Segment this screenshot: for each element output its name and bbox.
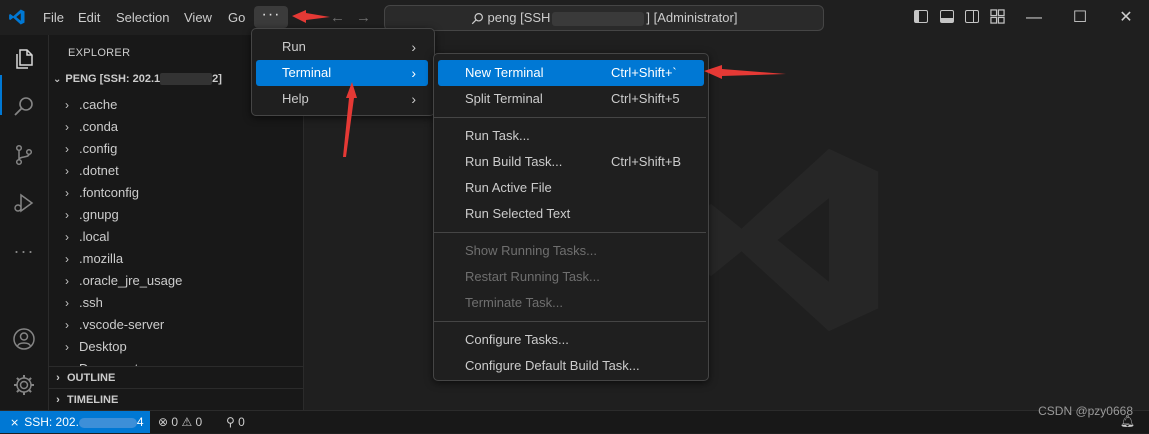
annotation-arrow-new-terminal (704, 65, 786, 79)
annotation-arrow-more (292, 10, 330, 23)
annotation-arrow-terminal (343, 82, 357, 157)
annotation-arrows (292, 10, 786, 157)
